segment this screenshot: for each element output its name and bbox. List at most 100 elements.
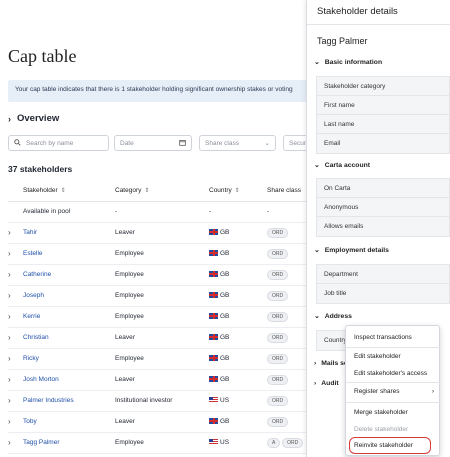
table-row[interactable]: › Catherine Employee GB ORD [8,264,310,286]
table-row[interactable]: › Ricky Employee GB ORD [8,348,310,370]
share-class-cell: ORD [267,327,310,349]
country-cell: US [209,432,267,454]
country-cell: GB [209,222,267,244]
overview-label: Overview [17,113,60,124]
carta-account-box: On Carta Anonymous Allows emails [316,178,450,237]
chevron-right-icon[interactable]: › [8,354,11,363]
field-email: Email [324,140,341,147]
date-placeholder: Date [120,139,134,147]
chevron-right-icon[interactable]: › [8,417,11,426]
section-employment-details[interactable]: ⌄ Employment details [314,246,389,255]
security-value: Secur [289,139,306,147]
share-pill: ORD [267,374,289,385]
country-cell: GB [209,306,267,328]
flag-icon [209,439,218,445]
section-audit[interactable]: › Audit [314,380,339,387]
table-row[interactable]: › Joseph Employee GB ORD [8,285,310,307]
stakeholder-name-link[interactable]: Estelle [23,250,43,257]
section-address[interactable]: ⌄ Address [314,312,352,321]
sort-icon: ⇕ [60,187,66,194]
table-row[interactable]: › Estelle Employee GB ORD [8,243,310,265]
overview-toggle[interactable]: › Overview [8,113,59,124]
flag-icon [209,334,218,340]
share-class-cell: ORD [267,243,310,265]
chevron-right-icon[interactable]: › [8,333,11,342]
menu-register-shares[interactable]: Register shares › [354,388,434,395]
table-row[interactable]: › Tagg Palmer Employee US A ORD [8,432,310,454]
chevron-down-icon: ⌄ [314,247,320,254]
share-class-cell: ORD [267,306,310,328]
field-first-name: First name [317,96,449,115]
share-pill: ORD [282,437,304,448]
table-header-row: Stakeholder ⇕ Category ⇕ Country ⇕ Share cl… [8,180,310,202]
section-mails[interactable]: › Mails se [314,360,348,367]
stakeholder-name-link[interactable]: Josh Morton [23,376,59,383]
chevron-right-icon[interactable]: › [8,312,11,321]
menu-inspect-transactions[interactable]: Inspect transactions [354,334,412,341]
menu-merge-stakeholder[interactable]: Merge stakeholder [354,409,408,416]
table-row[interactable]: › Palmer Industries Institutional invest… [8,390,310,412]
stakeholder-name-link[interactable]: Kerrie [23,313,40,320]
header-category[interactable]: Category ⇕ [115,180,209,202]
country-cell: US [209,390,267,412]
table-row[interactable]: › Tahir Leaver GB ORD [8,222,310,244]
pool-row: Available in pool - - - [8,201,310,223]
section-carta-account[interactable]: ⌄ Carta account [314,161,370,170]
category-cell: Employee [115,306,209,328]
chevron-right-icon[interactable]: › [8,438,11,447]
chevron-right-icon[interactable]: › [8,270,11,279]
table-row[interactable]: › Josh Morton Leaver GB ORD [8,369,310,391]
stakeholder-name-link[interactable]: Toby [23,418,37,425]
share-pill: ORD [267,332,289,343]
section-basic-information[interactable]: ⌄ Basic information [314,58,382,67]
chevron-right-icon[interactable]: › [8,249,11,258]
flag-icon [209,271,218,277]
menu-divider [346,382,441,383]
table-row[interactable]: › Toby Leaver GB ORD [8,411,310,433]
share-pill: A [267,437,281,448]
share-pill: ORD [267,269,289,280]
share-pill: ORD [267,227,289,238]
menu-edit-access[interactable]: Edit stakeholder's access [354,370,427,377]
stakeholder-name-link[interactable]: Christian [23,334,49,341]
ownership-banner: Your cap table indicates that there is 1… [8,80,310,102]
stakeholder-name-link[interactable]: Catherine [23,271,51,278]
menu-edit-stakeholder[interactable]: Edit stakeholder [354,353,401,360]
category-cell: Institutional investor [115,390,209,412]
share-class-select[interactable]: Share class ⌄ [199,135,276,151]
header-share-class[interactable]: Share class [267,180,310,202]
stakeholder-name-link[interactable]: Ricky [23,355,39,362]
calendar-icon [179,139,186,148]
search-input[interactable]: Search by name [8,135,109,151]
stakeholder-count: 37 stakeholders [8,164,73,174]
field-department: Department [317,265,449,284]
table-row[interactable]: › Kerrie Employee GB ORD [8,306,310,328]
header-stakeholder[interactable]: Stakeholder ⇕ [23,180,115,202]
stakeholder-name-link[interactable]: Tagg Palmer [23,439,60,446]
stakeholder-name-link[interactable]: Tahir [23,229,37,236]
category-cell: Employee [115,243,209,265]
share-pill: ORD [267,395,289,406]
sort-icon: ⇕ [144,187,150,194]
chevron-right-icon: › [431,388,434,395]
stakeholder-name-link[interactable]: Joseph [23,292,44,299]
chevron-right-icon[interactable]: › [8,291,11,300]
chevron-right-icon[interactable]: › [8,396,11,405]
category-cell: Leaver [115,369,209,391]
flag-icon [209,313,218,319]
country-cell: GB [209,411,267,433]
chevron-down-icon: ⌄ [314,59,320,66]
chevron-right-icon[interactable]: › [8,228,11,237]
employment-box: Department Job title [316,264,450,304]
sort-icon: ⇕ [234,187,240,194]
header-country[interactable]: Country ⇕ [209,180,267,202]
date-input[interactable]: Date [114,135,192,151]
chevron-down-icon: ⌄ [264,140,270,147]
share-class-cell: ORD [267,222,310,244]
flag-icon [209,397,218,403]
stakeholder-name-link[interactable]: Palmer Industries [23,397,74,404]
stakeholder-table: Stakeholder ⇕ Category ⇕ Country ⇕ Share cl… [8,180,310,454]
share-pill: ORD [267,248,289,259]
table-row[interactable]: › Christian Leaver GB ORD [8,327,310,349]
chevron-right-icon[interactable]: › [8,375,11,384]
